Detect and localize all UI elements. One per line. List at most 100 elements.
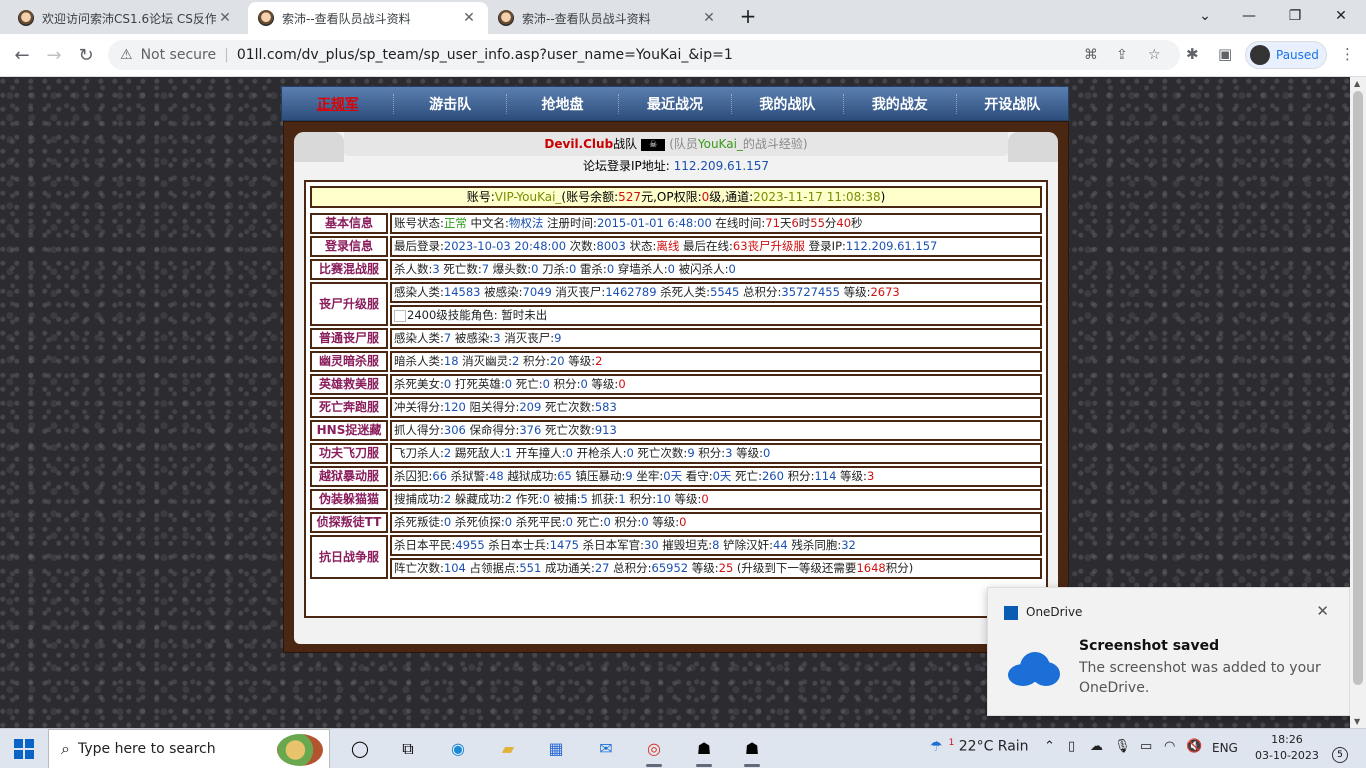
mail-icon[interactable]: ✉ [592, 735, 620, 763]
bookmark-star-icon[interactable]: ☆ [1148, 47, 1161, 63]
scroll-up-icon[interactable]: ▲ [1354, 79, 1360, 88]
nav-item-my-teammates[interactable]: 我的战友 [843, 93, 955, 114]
row-label: 英雄救美服 [310, 374, 388, 395]
broken-image-icon [394, 309, 406, 322]
tab-search-chevron-icon[interactable]: ⌄ [1182, 4, 1228, 28]
windows-taskbar: ⌕ Type here to search ◯ ⧉ ◉ ▰ ▦ ✉ ◎ ☗ ☗ … [0, 728, 1366, 768]
taskbar-clock[interactable]: 18:26 03-10-2023 [1255, 732, 1319, 764]
stat-segment: 死亡: [731, 469, 762, 483]
close-tab-icon[interactable]: ✕ [216, 10, 234, 26]
maximize-button[interactable]: ❐ [1272, 4, 1318, 28]
tab-player-info[interactable]: 索沛--查看队员战斗资料 ✕ [248, 2, 488, 34]
back-arrow-icon[interactable]: ← [10, 44, 34, 68]
windows-start-icon[interactable] [14, 739, 34, 759]
table-row: 普通丧尸服 感染人类:7 被感染:3 消灭丧尸:9 [310, 328, 1042, 349]
tab-forum[interactable]: 欢迎访问索沛CS1.6论坛 CS反作弊... ✕ [8, 2, 244, 34]
nav-item-guerrilla[interactable]: 游击队 [393, 93, 505, 114]
chevron-up-icon[interactable]: ⌃ [1044, 739, 1055, 754]
nav-item-territory[interactable]: 抢地盘 [505, 93, 618, 114]
stat-segment: 开车撞人: [512, 446, 566, 460]
translate-icon[interactable]: ⌘ [1084, 47, 1098, 63]
table-row: HNS捉迷藏 抓人得分:306 保命得分:376 死亡次数:913 [310, 420, 1042, 441]
stat-segment: 杀人数: [394, 262, 433, 276]
toast-title: Screenshot saved [1079, 638, 1220, 654]
file-explorer-icon[interactable]: ▰ [494, 735, 522, 763]
onedrive-toast[interactable]: OneDrive ✕ Screenshot saved The screensh… [987, 587, 1350, 716]
microsoft-store-icon[interactable]: ▦ [542, 735, 570, 763]
table-row: 2400级技能角色: 暂时未出 [310, 305, 1042, 326]
scroll-down-icon[interactable]: ▼ [1354, 717, 1360, 726]
extensions-puzzle-icon[interactable]: ✱ [1186, 45, 1199, 63]
url-text[interactable]: 01ll.com/dv_plus/sp_team/sp_user_info.as… [237, 47, 733, 63]
reload-icon[interactable]: ↻ [74, 44, 98, 68]
onedrive-tray-icon[interactable]: ☁ [1090, 739, 1103, 754]
row-label: HNS捉迷藏 [310, 420, 388, 441]
close-tab-icon[interactable]: ✕ [460, 10, 478, 26]
stat-segment: 71 [765, 216, 780, 230]
stat-segment: 63丧尸升级服 [732, 239, 806, 253]
account-close: ) [880, 190, 886, 204]
main-nav: 正规军 游击队 抢地盘 最近战况 我的战队 我的战友 开设战队 [281, 86, 1069, 121]
stat-segment: 死亡: [512, 377, 543, 391]
nav-item-create-team[interactable]: 开设战队 [955, 93, 1068, 114]
chrome-icon[interactable]: ◎ [640, 735, 668, 767]
close-window-button[interactable]: ✕ [1318, 4, 1364, 28]
tray-app-icon[interactable]: ▯ [1068, 739, 1075, 754]
nav-item-recent-battles[interactable]: 最近战况 [618, 93, 730, 114]
close-tab-icon[interactable]: ✕ [700, 10, 718, 26]
row-label: 伪装躲猫猫 [310, 489, 388, 510]
weather-widget[interactable]: ☂ 1 22°C Rain [930, 738, 1029, 755]
wifi-icon[interactable]: ◠ [1164, 739, 1175, 754]
address-separator: | [224, 47, 229, 63]
side-panel-icon[interactable]: ▣ [1218, 45, 1232, 63]
profile-button[interactable]: Paused [1245, 41, 1327, 69]
nav-item-my-team[interactable]: 我的战队 [730, 93, 843, 114]
forward-arrow-icon[interactable]: → [42, 44, 66, 68]
edge-browser-icon[interactable]: ◉ [444, 735, 472, 763]
stat-segment: 作死: [512, 492, 543, 506]
volume-muted-icon[interactable]: 🔇 [1186, 739, 1202, 754]
notification-center-icon[interactable]: 5 [1332, 747, 1348, 763]
stat-segment: 等级: [670, 492, 702, 506]
stat-segment: 总积分: [609, 561, 652, 575]
onedrive-app-icon [1004, 606, 1018, 620]
warning-triangle-icon[interactable]: ⚠ [120, 47, 133, 63]
nav-item-regular-army[interactable]: 正规军 [282, 94, 393, 114]
counter-strike-icon-2[interactable]: ☗ [738, 735, 766, 767]
language-indicator[interactable]: ENG [1212, 741, 1238, 755]
stat-segment: (升级到下一等级还需要 [733, 561, 857, 575]
stat-segment: 杀死平民: [512, 515, 566, 529]
stat-segment: 14583 [443, 285, 481, 299]
security-label[interactable]: Not secure [141, 47, 217, 63]
task-view-icon[interactable]: ⧉ [394, 735, 422, 763]
stat-segment: 0 [542, 377, 550, 391]
battery-icon[interactable]: ▭ [1140, 739, 1152, 754]
menu-kebab-icon[interactable]: ⋮ [1340, 45, 1355, 63]
row-value: 杀日本平民:4955 杀日本士兵:1475 杀日本军官:30 摧毁坦克:8 铲除… [390, 535, 1042, 556]
close-icon[interactable]: ✕ [1316, 602, 1329, 620]
stat-segment: 306 [443, 423, 466, 437]
new-tab-button[interactable]: + [725, 4, 771, 28]
stat-segment: 保命得分: [465, 423, 520, 437]
club-name[interactable]: Devil.Club [544, 137, 613, 151]
stat-segment: 杀死侦探: [451, 515, 505, 529]
taskbar-search[interactable]: ⌕ Type here to search [48, 729, 330, 768]
microphone-icon[interactable]: 🎙 [1114, 739, 1131, 754]
counter-strike-icon[interactable]: ☗ [690, 735, 718, 767]
minimize-button[interactable]: — [1226, 4, 1272, 28]
stat-segment: 杀死叛徒: [394, 515, 444, 529]
site-favicon-icon [258, 10, 274, 26]
cortana-icon[interactable]: ◯ [346, 735, 374, 763]
share-icon[interactable]: ⇪ [1116, 47, 1128, 63]
stat-segment: 飞刀杀人: [394, 446, 444, 460]
scroll-thumb[interactable] [1353, 91, 1363, 685]
tab-player-info-2[interactable]: 索沛--查看队员战斗资料 ✕ [488, 2, 728, 34]
player-name: YouKai_ [697, 137, 743, 151]
stat-segment: 看守: [682, 469, 713, 483]
stat-segment: 376 [519, 423, 542, 437]
address-bar[interactable]: ⚠ Not secure | 01ll.com/dv_plus/sp_team/… [108, 40, 1180, 70]
stat-segment: 铲除汉奸: [719, 538, 774, 552]
page-scrollbar[interactable]: ▲ ▼ [1350, 77, 1366, 728]
stat-segment: 次数: [566, 239, 597, 253]
stat-segment: 1 [618, 492, 626, 506]
